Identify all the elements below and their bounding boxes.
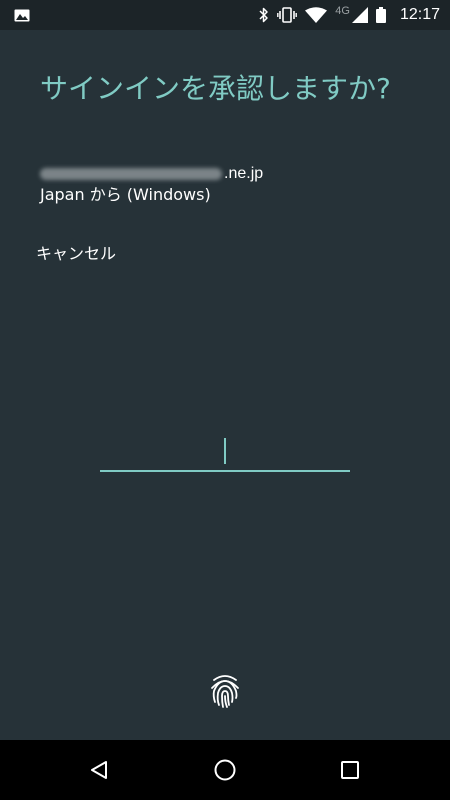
- redacted-email: [40, 168, 222, 180]
- home-icon[interactable]: [212, 757, 238, 783]
- page-title: サインインを承認しますか?: [40, 72, 391, 105]
- clock: 12:17: [399, 6, 440, 23]
- recents-icon[interactable]: [337, 757, 363, 783]
- image-icon: [14, 9, 30, 22]
- bluetooth-icon: [259, 7, 269, 23]
- vibrate-icon: [277, 7, 298, 23]
- account-email: .ne.jp: [40, 163, 263, 185]
- back-icon[interactable]: [87, 757, 113, 783]
- status-bar: 4G 12:17: [0, 0, 450, 30]
- navigation-bar: [0, 740, 450, 800]
- cellular-signal-icon: [351, 7, 368, 23]
- fingerprint-icon[interactable]: [210, 672, 240, 708]
- email-domain-suffix: .ne.jp: [224, 165, 264, 182]
- verification-code-input[interactable]: [100, 432, 350, 472]
- sign-in-location: Japan から (Windows): [40, 185, 211, 204]
- wifi-icon: [305, 7, 328, 23]
- cancel-button[interactable]: キャンセル: [36, 243, 116, 265]
- text-cursor: [224, 438, 226, 464]
- battery-icon: [375, 7, 386, 23]
- network-type-label: 4G: [335, 5, 350, 17]
- status-icons: 4G 12:17: [259, 0, 440, 30]
